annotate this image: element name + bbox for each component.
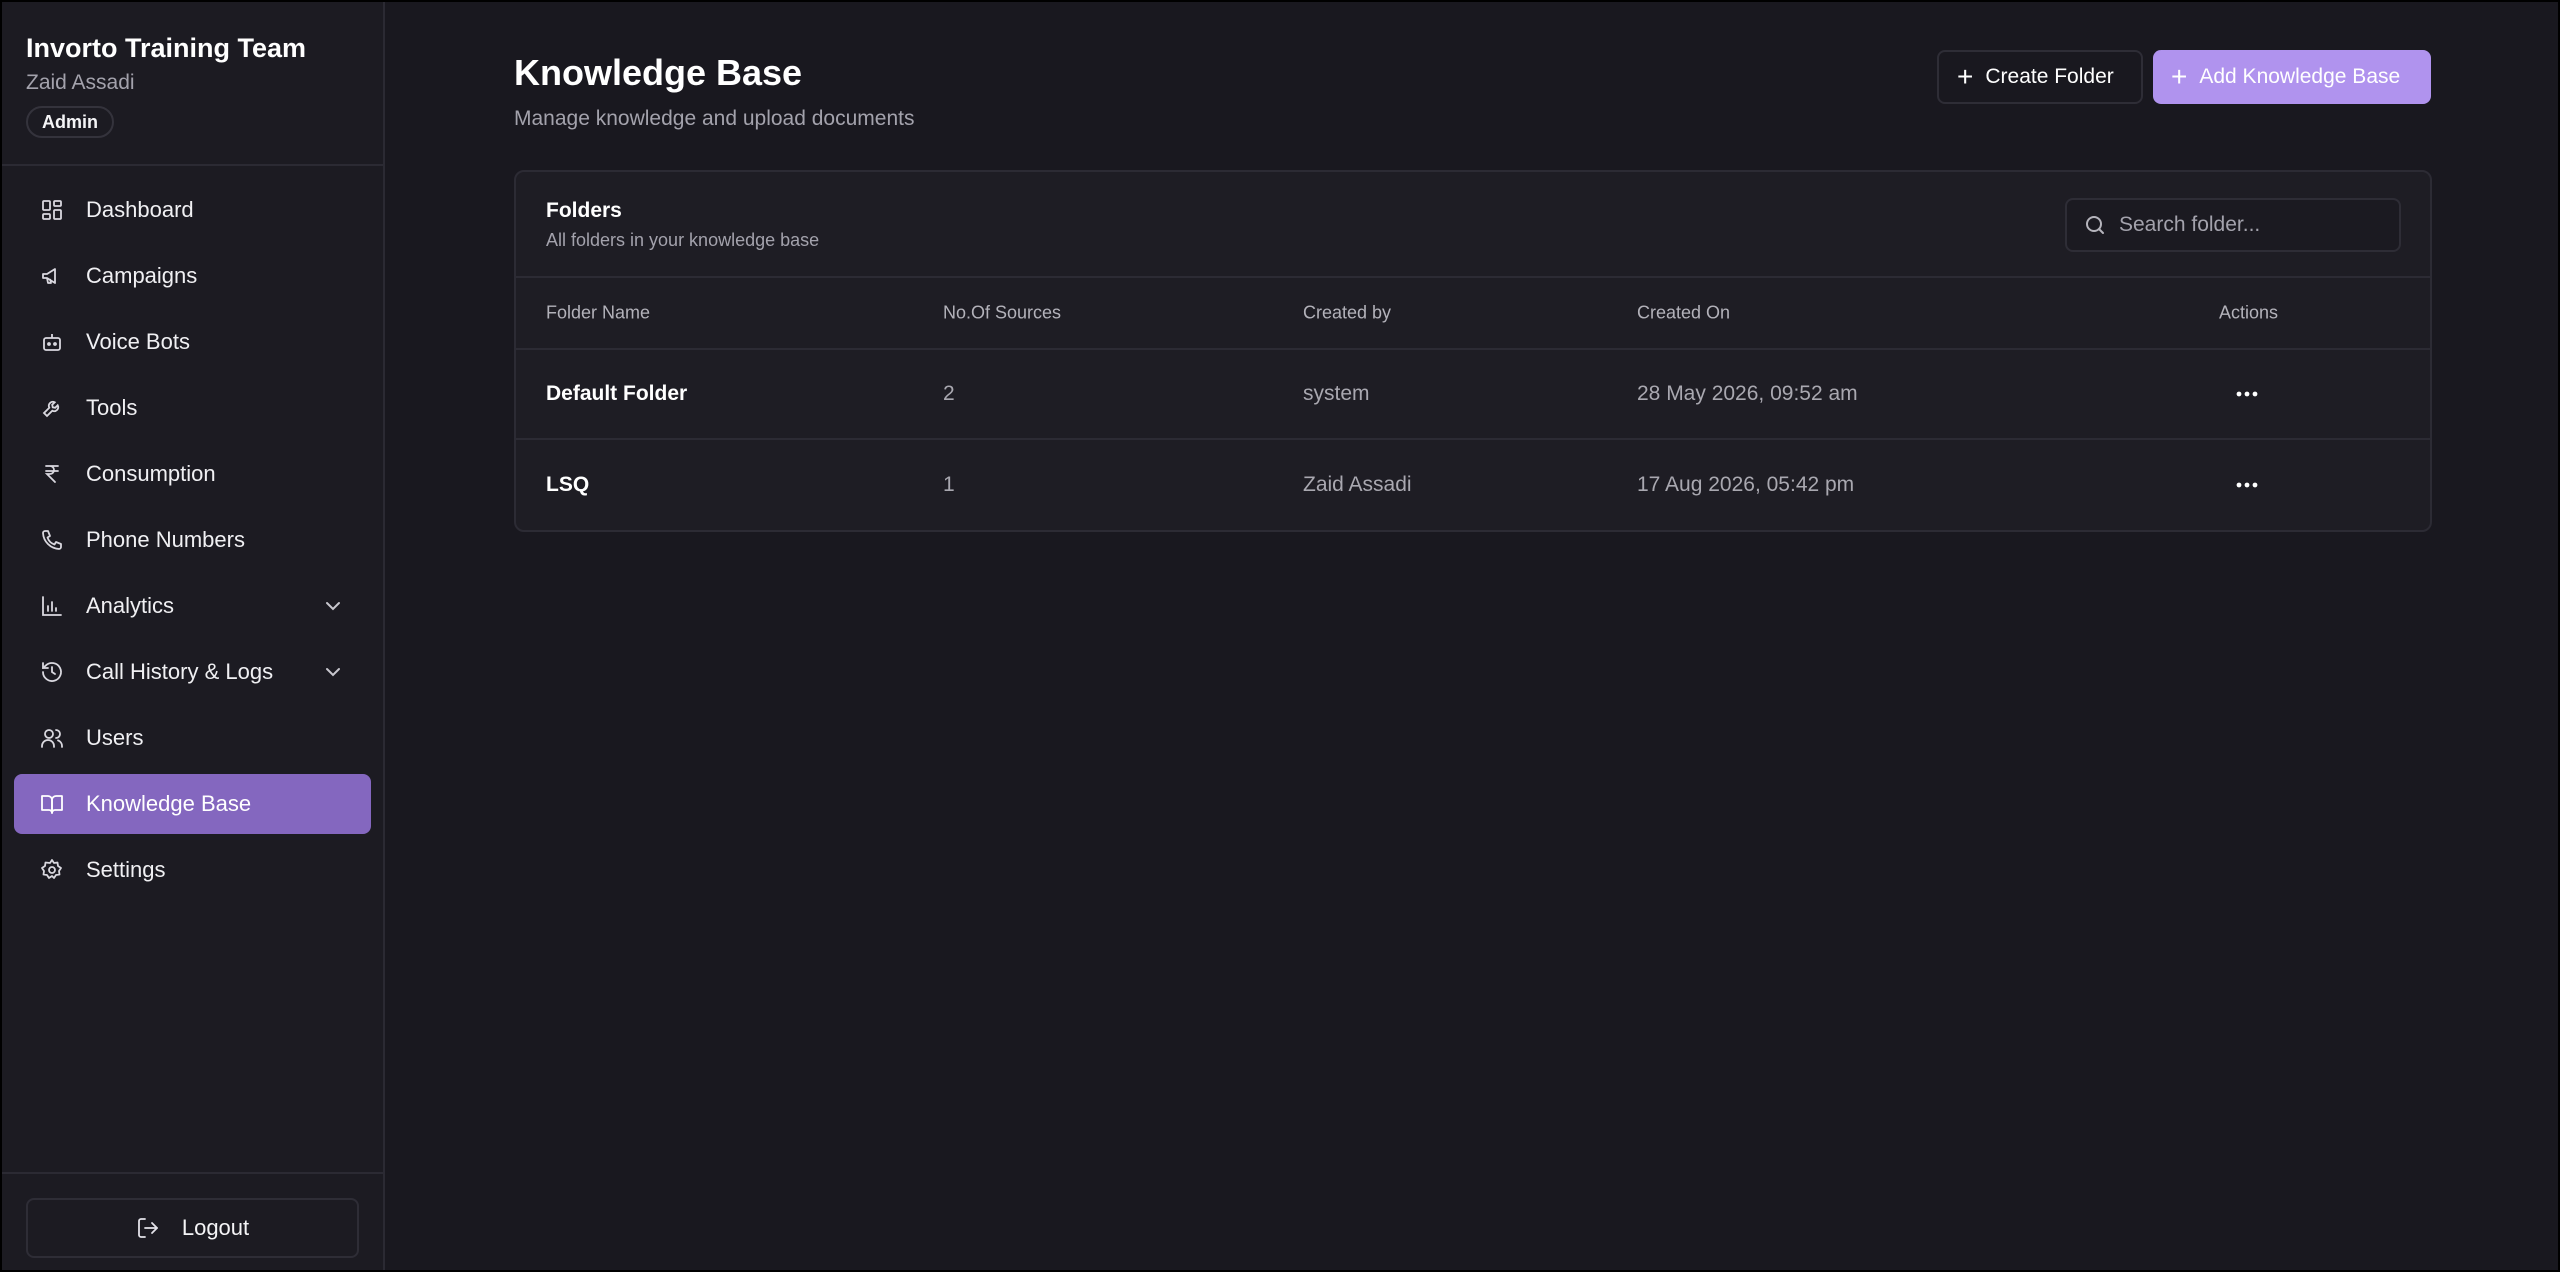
megaphone-icon [40, 264, 64, 288]
wrench-icon [40, 396, 64, 420]
sidebar-item-tools[interactable]: Tools [14, 378, 371, 438]
user-name: Zaid Assadi [26, 71, 135, 94]
more-horizontal-icon [2236, 482, 2258, 488]
logout-label: Logout [181, 1215, 250, 1240]
row-actions-button[interactable] [2232, 382, 2262, 406]
logout-button[interactable]: Logout [26, 1198, 359, 1258]
folder-created-by: system [1303, 382, 1370, 405]
folder-name[interactable]: LSQ [546, 473, 589, 497]
sidebar-item-label: Voice Bots [86, 329, 190, 354]
add-knowledge-base-button[interactable]: + Add Knowledge Base [2153, 50, 2431, 104]
chevron-down-icon[interactable] [321, 594, 345, 618]
sidebar-item-consumption[interactable]: Consumption [14, 444, 371, 504]
table-row[interactable]: Default Folder 2 system 28 May 2026, 09:… [516, 350, 2430, 440]
plus-icon: + [1957, 61, 1974, 92]
folder-sources: 1 [943, 473, 955, 496]
sidebar-item-label: Consumption [86, 461, 216, 486]
row-actions-button[interactable] [2232, 473, 2262, 497]
column-header-created-by: Created by [1303, 302, 1392, 323]
role-badge: Admin [26, 106, 114, 138]
sidebar-item-settings[interactable]: Settings [14, 840, 371, 900]
sidebar-item-dashboard[interactable]: Dashboard [14, 180, 371, 240]
create-folder-button[interactable]: + Create Folder [1937, 50, 2143, 104]
page-subtitle: Manage knowledge and upload documents [514, 107, 915, 130]
sidebar-item-label: Analytics [86, 593, 175, 618]
folder-created-by: Zaid Assadi [1303, 473, 1412, 496]
sidebar-item-label: Dashboard [86, 197, 194, 222]
sidebar-item-label: Knowledge Base [86, 791, 252, 816]
more-horizontal-icon [2236, 391, 2258, 397]
org-header: Invorto Training Team Zaid Assadi Admin [2, 2, 383, 166]
folders-card-header: Folders All folders in your knowledge ba… [516, 172, 2430, 278]
create-folder-label: Create Folder [1985, 65, 2114, 88]
folder-name[interactable]: Default Folder [546, 382, 687, 406]
column-header-actions: Actions [2219, 302, 2279, 323]
search-icon [2083, 213, 2107, 237]
sidebar-nav: Dashboard Campaigns Voice Bots Tools Con… [2, 166, 383, 914]
bar-chart-icon [40, 594, 64, 618]
folders-title: Folders [546, 199, 622, 222]
column-header-sources: No.Of Sources [943, 302, 1062, 323]
chevron-down-icon[interactable] [321, 660, 345, 684]
sidebar: Invorto Training Team Zaid Assadi Admin … [2, 2, 385, 1270]
sidebar-item-label: Users [86, 725, 144, 750]
table-header: Folder Name No.Of Sources Created by Cre… [516, 278, 2430, 350]
org-name: Invorto Training Team [26, 33, 307, 63]
folder-search[interactable] [2065, 198, 2401, 252]
folder-created-on: 28 May 2026, 09:52 am [1637, 382, 1858, 405]
sidebar-item-knowledge-base[interactable]: Knowledge Base [14, 774, 371, 834]
folder-created-on: 17 Aug 2026, 05:42 pm [1637, 473, 1855, 496]
bot-icon [40, 330, 64, 354]
sidebar-item-voice-bots[interactable]: Voice Bots [14, 312, 371, 372]
book-icon [40, 792, 64, 816]
sidebar-item-label: Tools [86, 395, 138, 420]
history-icon [40, 660, 64, 684]
users-icon [40, 726, 64, 750]
logout-icon [136, 1216, 160, 1240]
sidebar-item-phone-numbers[interactable]: Phone Numbers [14, 510, 371, 570]
rupee-icon [40, 462, 64, 486]
sidebar-item-label: Phone Numbers [86, 527, 245, 552]
plus-icon: + [2171, 61, 2188, 92]
sidebar-item-label: Settings [86, 857, 166, 882]
page-title: Knowledge Base [514, 52, 803, 93]
add-knowledge-base-label: Add Knowledge Base [2199, 65, 2401, 88]
folders-card: Folders All folders in your knowledge ba… [514, 170, 2432, 532]
phone-icon [40, 528, 64, 552]
column-header-created-on: Created On [1637, 302, 1731, 323]
column-header-folder-name: Folder Name [546, 302, 651, 323]
table-row[interactable]: LSQ 1 Zaid Assadi 17 Aug 2026, 05:42 pm [516, 440, 2430, 530]
folder-sources: 2 [943, 382, 955, 405]
sidebar-item-campaigns[interactable]: Campaigns [14, 246, 371, 306]
sidebar-footer: Logout [2, 1172, 383, 1270]
main-content: Knowledge Base Manage knowledge and uplo… [385, 2, 2558, 1270]
folders-subtitle: All folders in your knowledge base [546, 230, 820, 250]
gear-icon [40, 858, 64, 882]
sidebar-item-label: Call History & Logs [86, 659, 274, 684]
sidebar-item-users[interactable]: Users [14, 708, 371, 768]
sidebar-item-call-history[interactable]: Call History & Logs [14, 642, 371, 702]
app-window: Invorto Training Team Zaid Assadi Admin … [2, 2, 2558, 1270]
dashboard-icon [40, 198, 64, 222]
sidebar-item-label: Campaigns [86, 263, 198, 288]
sidebar-item-analytics[interactable]: Analytics [14, 576, 371, 636]
search-input[interactable] [2119, 213, 2389, 237]
